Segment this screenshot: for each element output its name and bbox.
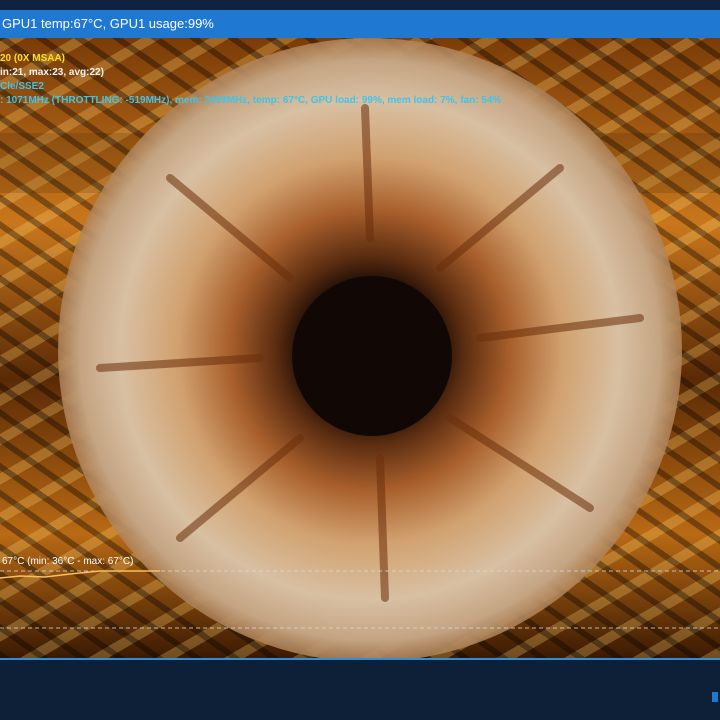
render-viewport[interactable]: 20 (0X MSAA) in:21, max:23, avg:22) Cle/… xyxy=(0,38,720,658)
pupil xyxy=(292,276,452,436)
temperature-curve xyxy=(0,570,160,579)
hud-gpu-stats-line: : 1071MHz (THROTTLING: -519MHz), mem: 24… xyxy=(0,95,502,106)
top-strip xyxy=(0,0,720,10)
window-title: GPU1 temp:67°C, GPU1 usage:99% xyxy=(2,16,214,31)
hud-renderer-line: Cle/SSE2 xyxy=(0,81,44,92)
bottom-panel xyxy=(0,658,720,720)
hud-resolution-line: 20 (0X MSAA) xyxy=(0,53,66,64)
temperature-graph-label: 67°C (min: 36°C - max: 67°C) xyxy=(2,556,134,567)
window-title-bar[interactable]: GPU1 temp:67°C, GPU1 usage:99% xyxy=(0,10,720,38)
bottom-panel-border xyxy=(0,658,720,660)
hud-fps-line: in:21, max:23, avg:22) xyxy=(0,67,104,78)
bottom-panel-marker xyxy=(712,692,718,702)
